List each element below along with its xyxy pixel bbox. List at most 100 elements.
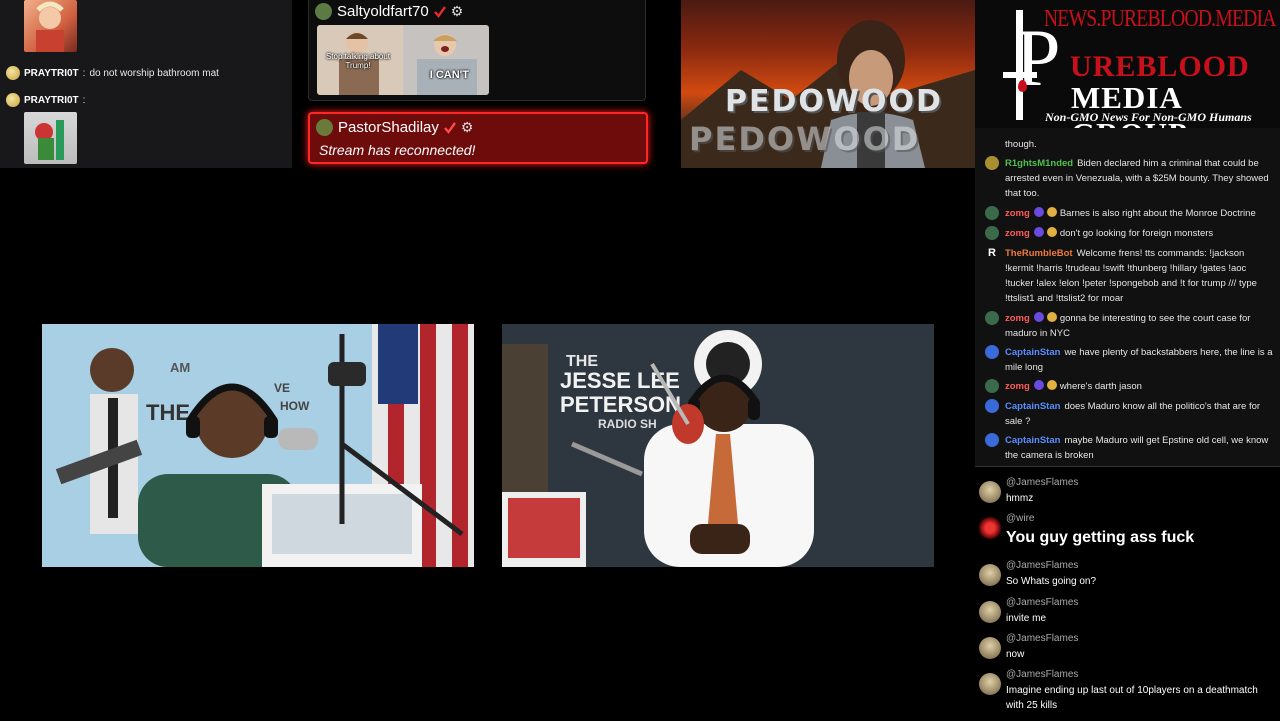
chat-username[interactable]: zomg [1005, 381, 1030, 392]
chat-username[interactable]: PRAYTRI0T [24, 95, 79, 106]
supporter-badge-icon [1046, 207, 1057, 217]
meme-caption: I CAN'T [429, 69, 469, 81]
chat-username[interactable]: @JamesFlames [1006, 669, 1078, 680]
chat-message: R1ghtsM1nded Biden declared him a crimina… [985, 156, 1273, 201]
chat-message: @JamesFlames So Whats going on? [979, 560, 1275, 594]
chat-text: where's darth jason [1059, 381, 1142, 392]
chat-username[interactable]: R1ghtsM1nded [1005, 158, 1073, 169]
supporter-badge-icon [1046, 227, 1057, 237]
studio-sign-text: RADIO SH [598, 417, 657, 431]
chat-message: R TheRumbleBot Welcome frens! tts command… [985, 246, 1273, 306]
alert-message: Stream has reconnected! [319, 142, 476, 158]
chat-message: @JamesFlames hmmz [979, 477, 1275, 511]
verified-icon [433, 5, 446, 18]
chat-row: PRAYTRI0T : do not worship bathroom mat [6, 66, 219, 80]
chat-text: Barnes is also right about the Monroe Do… [1059, 208, 1256, 219]
avatar [315, 3, 332, 20]
chat-message: zomg don't go looking for foreign monster… [985, 226, 1273, 241]
chat-message: CaptainStan does Maduro know all the poli… [985, 399, 1273, 429]
avatar [979, 601, 1001, 623]
top-left-chat: PRAYTRI0T : do not worship bathroom mat … [0, 0, 292, 168]
avatar [985, 206, 999, 220]
supporter-badge-icon [1046, 312, 1057, 322]
logo-line1: UREBLOOD [1070, 50, 1250, 83]
chat-username[interactable]: @JamesFlames [1006, 633, 1078, 644]
chat-separator: : [82, 94, 86, 106]
chat-username[interactable]: PRAYTRI0T [24, 68, 79, 79]
chat-username[interactable]: TheRumbleBot [1005, 248, 1073, 259]
alert-username[interactable]: PastorShadilay [338, 119, 439, 136]
chat-username[interactable]: @JamesFlames [1006, 597, 1078, 608]
chat-text: So Whats going on? [1006, 576, 1097, 587]
pureblood-logo: NEWS.PUREBLOOD.MEDIA P UREBLOOD MEDIA GR… [975, 0, 1280, 128]
avatar [979, 637, 1001, 659]
chat-message: though. [985, 137, 1273, 152]
avatar [6, 66, 20, 80]
logo-url: NEWS.PUREBLOOD.MEDIA [1044, 6, 1277, 32]
chat-row: PRAYTRI0T : [6, 93, 85, 107]
chat-text: don't go looking for foreign monsters [1059, 228, 1214, 239]
chat-username[interactable]: @JamesFlames [1006, 560, 1078, 571]
meme-image: Stop talking about Trump! I CAN'T [317, 25, 489, 95]
chat-text: though. [1005, 139, 1037, 150]
avatar [6, 93, 20, 107]
studio-sign-text: AM [170, 360, 190, 375]
logo-tagline: Non-GMO News For Non-GMO Humans [1045, 110, 1252, 124]
chat-username[interactable]: CaptainStan [1005, 401, 1060, 412]
chat-username[interactable]: CaptainStan [1005, 435, 1060, 446]
rumble-logo-icon: R [988, 247, 996, 259]
chat-message: CaptainStan maybe Maduro will get Epstine… [985, 433, 1273, 463]
avatar [985, 156, 999, 170]
chat-username[interactable]: zomg [1005, 313, 1030, 324]
verified-icon [444, 121, 456, 134]
avatar [979, 517, 1001, 539]
studio-sign-text: HOW [280, 399, 310, 413]
moderator-badge-icon [1033, 380, 1044, 390]
chat-username[interactable]: CaptainStan [1005, 347, 1060, 358]
avatar [985, 379, 999, 393]
tip-alert-card: Saltyoldfart70 ⚙ Stop talking about Trum… [308, 0, 646, 101]
moderator-badge-icon [1033, 227, 1044, 237]
avatar [985, 226, 999, 240]
studio-sign-text: THE [146, 400, 190, 425]
meme-caption: Stop talking about Trump! [325, 52, 391, 70]
chat-username[interactable]: zomg [1005, 228, 1030, 239]
banner-title-shadow: PEDOWOOD [689, 120, 921, 158]
chat-message: zomg Barnes is also right about the Monro… [985, 206, 1273, 221]
chat-message: @JamesFlames Imagine ending up last out … [979, 669, 1275, 719]
avatar [985, 433, 999, 447]
alert-username[interactable]: Saltyoldfart70 [337, 3, 429, 20]
avatar [316, 119, 333, 136]
gear-icon[interactable]: ⚙ [451, 3, 464, 20]
avatar [979, 673, 1001, 695]
moderator-badge-icon [1033, 207, 1044, 217]
chat-username[interactable]: @JamesFlames [1006, 477, 1078, 488]
chat-text: now [1006, 649, 1025, 660]
video-panel-right[interactable]: THE JESSE LEE PETERSON RADIO SH [502, 324, 934, 567]
chat-message: zomg where's darth jason [985, 379, 1273, 394]
chat-text: hmmz [1006, 493, 1034, 504]
video-panel-left[interactable]: AM THE VE HOW [42, 324, 474, 567]
pedowood-banner: PEDOWOOD PEDOWOOD [681, 0, 975, 168]
reconnect-alert-card: PastorShadilay ⚙ Stream has reconnected! [308, 112, 648, 164]
chat-message: @wire You guy getting ass fuck [979, 513, 1275, 549]
avatar [985, 399, 999, 413]
chat-text: invite me [1006, 613, 1047, 624]
rumble-chat: though. R1ghtsM1nded Biden declared him a… [975, 128, 1280, 466]
gear-icon[interactable]: ⚙ [461, 119, 474, 136]
chat-separator: : [82, 67, 86, 79]
emote-image-1 [24, 0, 77, 52]
avatar [979, 481, 1001, 503]
moderator-badge-icon [1033, 312, 1044, 322]
secondary-chat: @JamesFlames hmmz @wire You guy getting … [975, 466, 1280, 721]
chat-message: @JamesFlames invite me [979, 597, 1275, 631]
chat-message: do not worship bathroom mat [89, 67, 219, 79]
chat-text: You guy getting ass fuck [1006, 529, 1195, 546]
alert-header: PastorShadilay ⚙ [316, 119, 473, 136]
avatar [985, 311, 999, 325]
studio-sign-text: PETERSON [560, 392, 681, 417]
studio-sign-text: VE [274, 381, 290, 395]
chat-username[interactable]: @wire [1006, 513, 1035, 524]
chat-message: CaptainStan we have plenty of backstabber… [985, 345, 1273, 375]
chat-username[interactable]: zomg [1005, 208, 1030, 219]
